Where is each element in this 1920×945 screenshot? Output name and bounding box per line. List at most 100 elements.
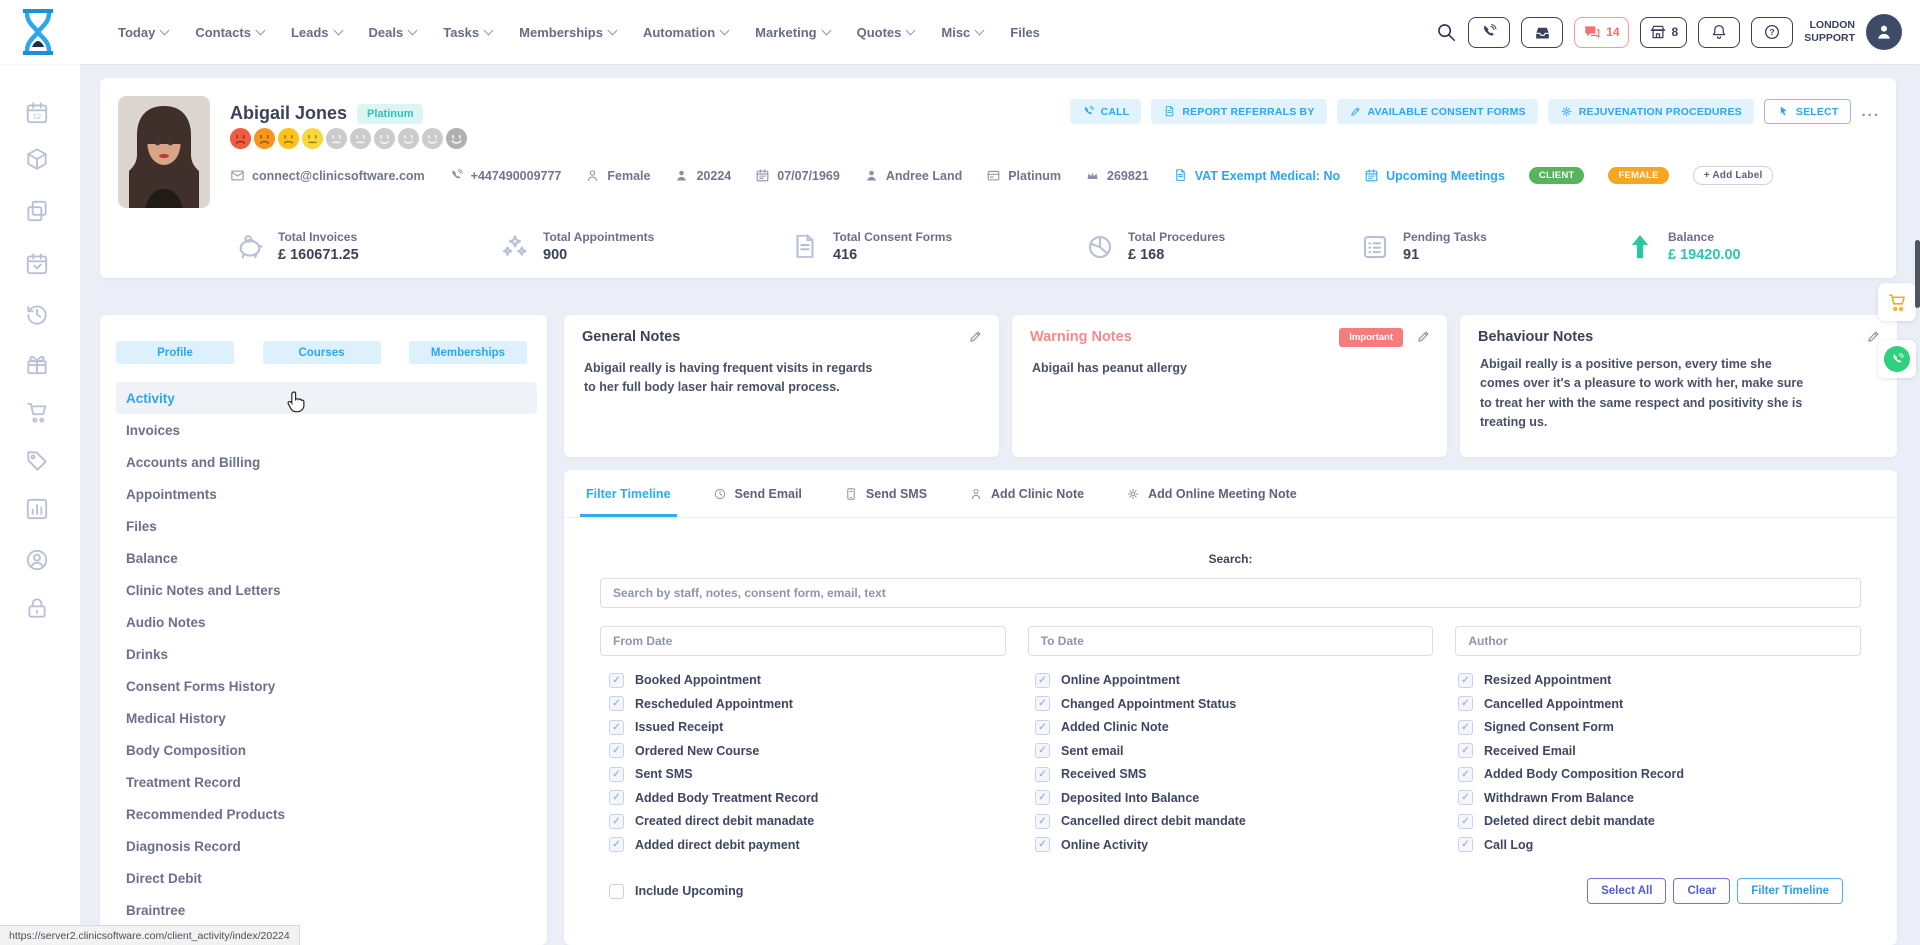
nav-misc[interactable]: Misc — [941, 25, 983, 40]
tab-memberships[interactable]: Memberships — [409, 341, 527, 364]
face-happy-icon[interactable] — [445, 127, 468, 150]
filter-row[interactable]: Online Activity — [1035, 837, 1458, 853]
upcoming-meetings-link[interactable]: Upcoming Meetings — [1364, 168, 1505, 183]
select-all-button[interactable]: Select All — [1587, 878, 1666, 904]
checkbox[interactable] — [1035, 743, 1050, 758]
filter-row[interactable]: Changed Appointment Status — [1035, 696, 1458, 712]
nav-deals[interactable]: Deals — [369, 25, 417, 40]
checkbox[interactable] — [609, 696, 624, 711]
select-button[interactable]: SELECT — [1764, 99, 1852, 124]
face-neutral-icon[interactable] — [325, 127, 348, 150]
face-neutral-icon[interactable] — [349, 127, 372, 150]
client-photo[interactable] — [118, 96, 210, 208]
copy-layers-icon[interactable] — [24, 198, 50, 224]
from-date-input[interactable] — [600, 626, 1006, 656]
checkbox[interactable] — [609, 720, 624, 735]
checkbox[interactable] — [1035, 696, 1050, 711]
nav-today[interactable]: Today — [118, 25, 168, 40]
history-icon[interactable] — [24, 301, 50, 327]
search-input[interactable] — [600, 578, 1861, 608]
sidebar-item-drinks[interactable]: Drinks — [116, 638, 537, 670]
tab-send-sms[interactable]: Send SMS — [844, 470, 927, 517]
sidebar-item-consent-forms-history[interactable]: Consent Forms History — [116, 670, 537, 702]
calendar-icon[interactable] — [24, 100, 50, 126]
nav-memberships[interactable]: Memberships — [519, 25, 616, 40]
basket-widget-button[interactable] — [1878, 283, 1916, 321]
filter-row[interactable]: Added Body Treatment Record — [609, 790, 1035, 806]
face-angry-icon[interactable] — [229, 127, 252, 150]
checkbox[interactable] — [1035, 837, 1050, 852]
filter-row[interactable]: Created direct debit manadate — [609, 813, 1035, 829]
package-icon[interactable] — [24, 146, 50, 172]
call-button[interactable]: CALL — [1070, 99, 1142, 124]
filter-row[interactable]: Withdrawn From Balance — [1458, 790, 1897, 806]
sidebar-item-balance[interactable]: Balance — [116, 542, 537, 574]
sidebar-item-diagnosis-record[interactable]: Diagnosis Record — [116, 830, 537, 862]
sidebar-item-activity[interactable]: Activity — [116, 382, 537, 414]
label-client[interactable]: CLIENT — [1529, 167, 1585, 184]
filter-row[interactable]: Received SMS — [1035, 766, 1458, 782]
checkbox[interactable] — [1035, 814, 1050, 829]
filter-timeline-button[interactable]: Filter Timeline — [1737, 878, 1843, 904]
filter-row[interactable]: Online Appointment — [1035, 672, 1458, 688]
checkbox[interactable] — [1035, 790, 1050, 805]
available-consent-forms-button[interactable]: AVAILABLE CONSENT FORMS — [1337, 99, 1538, 124]
clear-button[interactable]: Clear — [1673, 878, 1730, 904]
filter-row[interactable]: Added Body Composition Record — [1458, 766, 1897, 782]
store-button[interactable]: 8 — [1640, 17, 1688, 48]
checkbox[interactable] — [1458, 790, 1473, 805]
checkbox[interactable] — [1458, 696, 1473, 711]
cart-icon[interactable] — [24, 399, 50, 425]
filter-row[interactable]: Sent email — [1035, 743, 1458, 759]
user-circle-icon[interactable] — [24, 547, 50, 573]
include-upcoming-row[interactable]: Include Upcoming — [609, 883, 743, 899]
filter-row[interactable]: Issued Receipt — [609, 719, 1035, 735]
filter-row[interactable]: Deleted direct debit mandate — [1458, 813, 1897, 829]
face-smile-icon[interactable] — [421, 127, 444, 150]
filter-row[interactable]: Booked Appointment — [609, 672, 1035, 688]
clinicsoftware-logo[interactable] — [18, 9, 58, 55]
search-icon[interactable] — [1435, 21, 1457, 43]
chart-icon[interactable] — [24, 496, 50, 522]
sidebar-item-braintree[interactable]: Braintree — [116, 894, 537, 926]
sidebar-item-recommended-products[interactable]: Recommended Products — [116, 798, 537, 830]
filter-row[interactable]: Resized Appointment — [1458, 672, 1897, 688]
nav-tasks[interactable]: Tasks — [443, 25, 492, 40]
filter-row[interactable]: Added Clinic Note — [1035, 719, 1458, 735]
nav-leads[interactable]: Leads — [291, 25, 342, 40]
face-smile-icon[interactable] — [397, 127, 420, 150]
filter-row[interactable]: Ordered New Course — [609, 743, 1035, 759]
add-label-button[interactable]: + Add Label — [1693, 166, 1774, 185]
checkbox[interactable] — [1458, 743, 1473, 758]
sidebar-item-body-composition[interactable]: Body Composition — [116, 734, 537, 766]
tab-filter-timeline[interactable]: Filter Timeline — [586, 470, 671, 517]
checkbox[interactable] — [609, 814, 624, 829]
notifications-button[interactable] — [1698, 17, 1740, 48]
rejuvenation-procedures-button[interactable]: REJUVENATION PROCEDURES — [1548, 99, 1754, 124]
user-avatar[interactable] — [1866, 14, 1902, 50]
face-frown-icon[interactable] — [253, 127, 276, 150]
inbox-button[interactable] — [1521, 17, 1563, 48]
author-input[interactable] — [1455, 626, 1861, 656]
calendar-check-icon[interactable] — [24, 251, 50, 277]
checkbox[interactable] — [609, 837, 624, 852]
sidebar-item-medical-history[interactable]: Medical History — [116, 702, 537, 734]
filter-row[interactable]: Received Email — [1458, 743, 1897, 759]
checkbox[interactable] — [1458, 814, 1473, 829]
tag-icon[interactable] — [24, 448, 50, 474]
tab-profile[interactable]: Profile — [116, 341, 234, 364]
client-email[interactable]: connect@clinicsoftware.com — [230, 168, 425, 183]
filter-row[interactable]: Call Log — [1458, 837, 1897, 853]
lock-icon[interactable] — [24, 595, 50, 621]
checkbox[interactable] — [1035, 673, 1050, 688]
checkbox[interactable] — [1035, 767, 1050, 782]
tab-add-online-meeting-note[interactable]: Add Online Meeting Note — [1126, 470, 1297, 517]
face-sad-icon[interactable] — [277, 127, 300, 150]
checkbox[interactable] — [609, 767, 624, 782]
checkbox[interactable] — [609, 790, 624, 805]
filter-row[interactable]: Sent SMS — [609, 766, 1035, 782]
whatsapp-widget-button[interactable] — [1878, 340, 1916, 378]
sidebar-item-audio-notes[interactable]: Audio Notes — [116, 606, 537, 638]
call-center-button[interactable] — [1468, 17, 1510, 48]
more-actions-button[interactable]: ... — [1861, 103, 1880, 120]
